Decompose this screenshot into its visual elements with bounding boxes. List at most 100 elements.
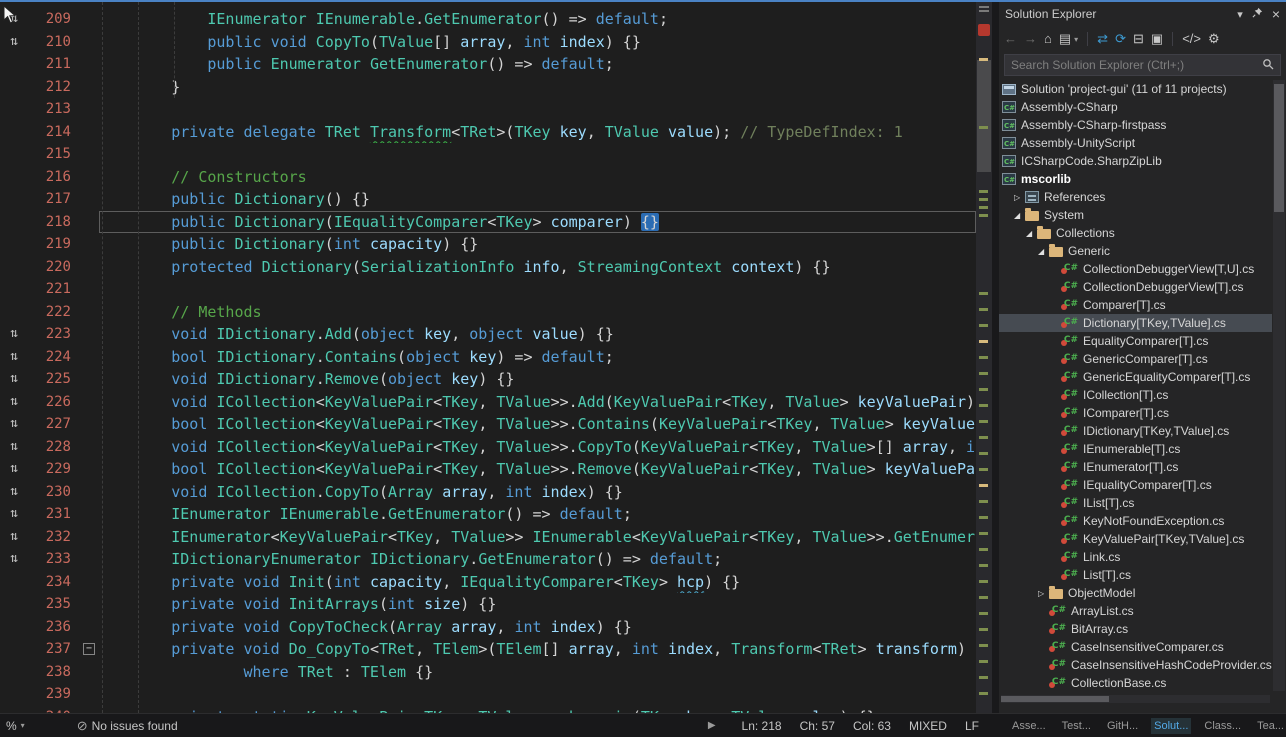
code-line[interactable]: 237− private void Do_CopyTo<TRet, TElem>… xyxy=(0,638,976,661)
forward-icon[interactable]: → xyxy=(1024,32,1037,46)
window-menu-chevron-icon[interactable]: ▾ xyxy=(1237,8,1243,21)
tree-item[interactable]: GenericEqualityComparer[T].cs xyxy=(999,368,1272,386)
tree-item[interactable]: Assembly-UnityScript xyxy=(999,134,1272,152)
code-line[interactable]: 218 public Dictionary(IEqualityComparer<… xyxy=(0,211,976,234)
code-line[interactable]: ⇅231 IEnumerator IEnumerable.GetEnumerat… xyxy=(0,503,976,526)
sync-active-document-icon[interactable]: ⇄ xyxy=(1097,32,1108,46)
tree-item[interactable]: ◢System xyxy=(999,206,1272,224)
tree-item[interactable]: ICollection[T].cs xyxy=(999,386,1272,404)
code-line[interactable]: 216 // Constructors xyxy=(0,166,976,189)
tree-item[interactable]: Assembly-CSharp xyxy=(999,98,1272,116)
collapse-all-icon[interactable]: ⊟ xyxy=(1133,32,1144,46)
panel-tab[interactable]: Test... xyxy=(1059,718,1094,734)
code-line[interactable]: 219 public Dictionary(int capacity) {} xyxy=(0,233,976,256)
code-line[interactable]: 235 private void InitArrays(int size) {} xyxy=(0,593,976,616)
editor-vscrollbar[interactable] xyxy=(976,2,992,713)
code-line[interactable]: 220 protected Dictionary(SerializationIn… xyxy=(0,256,976,279)
code-line[interactable]: 222 // Methods xyxy=(0,301,976,324)
settings-icon[interactable]: ⚙ xyxy=(1208,32,1220,46)
collapsed-arrow-icon[interactable]: ▷ xyxy=(1038,589,1049,598)
tree-item[interactable]: Comparer[T].cs xyxy=(999,296,1272,314)
collapse-region-icon[interactable]: − xyxy=(83,643,95,655)
panel-vscrollbar[interactable] xyxy=(1273,80,1285,691)
panel-tab[interactable]: Tea... xyxy=(1254,718,1286,734)
code-line[interactable]: 215 xyxy=(0,143,976,166)
tree-item[interactable]: List[T].cs xyxy=(999,566,1272,584)
editor-vscrollbar-thumb[interactable] xyxy=(977,60,991,172)
code-line[interactable]: ⇅233 IDictionaryEnumerator IDictionary.G… xyxy=(0,548,976,571)
tree-item[interactable]: Assembly-CSharp-firstpass xyxy=(999,116,1272,134)
code-line[interactable]: ⇅227 bool ICollection<KeyValuePair<TKey,… xyxy=(0,413,976,436)
code-line[interactable]: 221 xyxy=(0,278,976,301)
code-line[interactable]: ⇅209 IEnumerator IEnumerable.GetEnumerat… xyxy=(0,8,976,31)
pin-icon[interactable] xyxy=(1252,7,1263,21)
code-line[interactable]: ⇅229 bool ICollection<KeyValuePair<TKey,… xyxy=(0,458,976,481)
code-line[interactable]: 238 where TRet : TElem {} xyxy=(0,661,976,684)
tree-item[interactable]: Solution 'project-gui' (11 of 11 project… xyxy=(999,80,1272,98)
tree-item[interactable]: IEnumerable[T].cs xyxy=(999,440,1272,458)
code-line[interactable]: 212 } xyxy=(0,76,976,99)
tree-item[interactable]: GenericComparer[T].cs xyxy=(999,350,1272,368)
tree-item[interactable]: IComparer[T].cs xyxy=(999,404,1272,422)
code-line[interactable]: ⇅240 private static KeyValuePair<TKey, T… xyxy=(0,706,976,714)
code-line[interactable]: 211 public Enumerator GetEnumerator() =>… xyxy=(0,53,976,76)
tree-item[interactable]: ICSharpCode.SharpZipLib xyxy=(999,152,1272,170)
dropdown-caret-icon[interactable]: ▾ xyxy=(1074,35,1078,44)
indentation-status[interactable]: MIXED xyxy=(909,719,947,733)
tree-item[interactable]: IEnumerator[T].cs xyxy=(999,458,1272,476)
expanded-arrow-icon[interactable]: ◢ xyxy=(1014,211,1025,220)
splitter-grip-icon[interactable] xyxy=(979,6,989,8)
tree-item[interactable]: ▷ObjectModel xyxy=(999,584,1272,602)
tree-item[interactable]: EqualityComparer[T].cs xyxy=(999,332,1272,350)
search-icon[interactable] xyxy=(1262,58,1274,73)
code-line[interactable]: 239 xyxy=(0,683,976,706)
tree-item[interactable]: ArrayList.cs xyxy=(999,602,1272,620)
panel-vscrollbar-thumb[interactable] xyxy=(1274,84,1284,212)
tree-item[interactable]: ◢Generic xyxy=(999,242,1272,260)
code-line[interactable]: ⇅228 void ICollection<KeyValuePair<TKey,… xyxy=(0,436,976,459)
column-status[interactable]: Col: 63 xyxy=(853,719,891,733)
switch-views-icon[interactable]: ▤ xyxy=(1059,32,1071,46)
tree-item[interactable]: Dictionary[TKey,TValue].cs xyxy=(999,314,1272,332)
tree-item[interactable]: Link.cs xyxy=(999,548,1272,566)
code-editor[interactable]: ⇅209 IEnumerator IEnumerable.GetEnumerat… xyxy=(0,2,976,713)
line-ending-status[interactable]: LF xyxy=(965,719,979,733)
tree-item[interactable]: IEqualityComparer[T].cs xyxy=(999,476,1272,494)
code-line[interactable]: ⇅225 void IDictionary.Remove(object key)… xyxy=(0,368,976,391)
code-view-icon[interactable]: </> xyxy=(1182,32,1201,46)
zoom-control[interactable]: % ▾ xyxy=(6,719,25,733)
issues-status[interactable]: ⊘ No issues found xyxy=(77,718,178,734)
show-all-files-icon[interactable]: ▣ xyxy=(1151,32,1163,46)
tree-item[interactable]: IList[T].cs xyxy=(999,494,1272,512)
expanded-arrow-icon[interactable]: ◢ xyxy=(1026,229,1037,238)
panel-hscrollbar-thumb[interactable] xyxy=(1001,696,1109,702)
code-line[interactable]: ⇅232 IEnumerator<KeyValuePair<TKey, TVal… xyxy=(0,526,976,549)
panel-tab[interactable]: GitH... xyxy=(1104,718,1141,734)
line-status[interactable]: Ln: 218 xyxy=(742,719,782,733)
panel-splitter[interactable] xyxy=(992,2,999,713)
tree-item[interactable]: IDictionary[TKey,TValue].cs xyxy=(999,422,1272,440)
code-line[interactable]: 236 private void CopyToCheck(Array array… xyxy=(0,616,976,639)
tree-item[interactable]: KeyValuePair[TKey,TValue].cs xyxy=(999,530,1272,548)
tree-item[interactable]: ◢Collections xyxy=(999,224,1272,242)
panel-hscrollbar[interactable] xyxy=(1001,695,1270,703)
document-health-icon[interactable] xyxy=(978,24,990,36)
expanded-arrow-icon[interactable]: ◢ xyxy=(1038,247,1049,256)
code-line[interactable]: 217 public Dictionary() {} xyxy=(0,188,976,211)
collapsed-arrow-icon[interactable]: ▷ xyxy=(1014,193,1025,202)
home-icon[interactable]: ⌂ xyxy=(1044,32,1052,46)
search-input[interactable]: Search Solution Explorer (Ctrl+;) xyxy=(1004,54,1281,76)
back-icon[interactable]: ← xyxy=(1004,32,1017,46)
tree-item[interactable]: CollectionBase.cs xyxy=(999,674,1272,692)
tree-item[interactable]: CaseInsensitiveHashCodeProvider.cs xyxy=(999,656,1272,674)
code-line[interactable]: ⇅226 void ICollection<KeyValuePair<TKey,… xyxy=(0,391,976,414)
code-line[interactable]: 214 private delegate TRet Transform<TRet… xyxy=(0,121,976,144)
tree-item[interactable]: ▷References xyxy=(999,188,1272,206)
code-line[interactable]: 234 private void Init(int capacity, IEqu… xyxy=(0,571,976,594)
character-status[interactable]: Ch: 57 xyxy=(800,719,835,733)
triangle-icon[interactable]: ▶ xyxy=(708,720,716,731)
tree-item[interactable]: BitArray.cs xyxy=(999,620,1272,638)
code-line[interactable]: ⇅223 void IDictionary.Add(object key, ob… xyxy=(0,323,976,346)
code-line[interactable]: ⇅230 void ICollection.CopyTo(Array array… xyxy=(0,481,976,504)
close-icon[interactable]: × xyxy=(1272,6,1280,22)
